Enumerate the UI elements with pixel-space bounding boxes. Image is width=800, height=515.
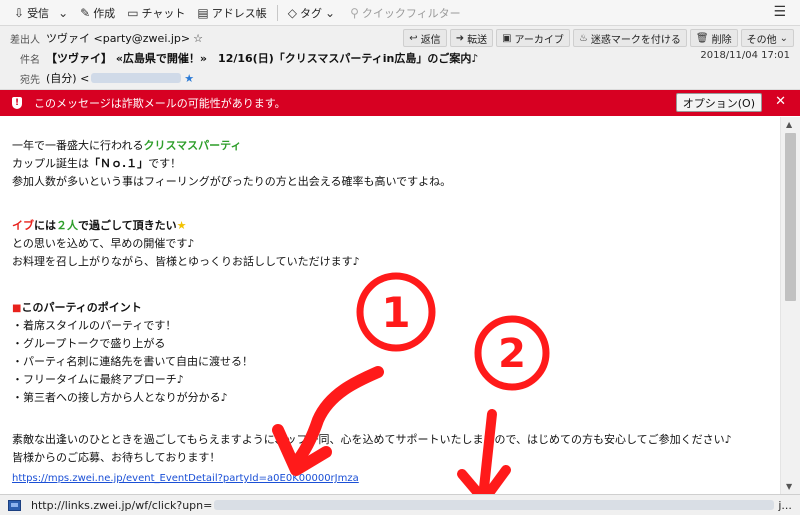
body-text: です！ — [148, 157, 182, 170]
chevron-down-icon: ⌄ — [779, 32, 788, 44]
message-header: 差出人 ツヴァイ <party@zwei.jp> ☆ 件名 【ツヴァイ】 «広島… — [0, 26, 800, 90]
delete-button[interactable]: 🗑 削除 — [689, 29, 738, 47]
body-text: 一年で一番盛大に行われる — [12, 139, 144, 152]
list-item: ・フリータイムに最終アプローチ♪ — [12, 373, 184, 386]
from-label: 差出人 — [10, 34, 40, 46]
status-bar: http://links.zwei.jp/wf/click?upn= j... — [0, 494, 800, 515]
hamburger-menu-icon[interactable]: ☰ — [773, 4, 786, 20]
subject-label: 件名 — [20, 54, 40, 66]
scroll-thumb[interactable] — [785, 133, 796, 301]
scam-warning-bar: ! このメッセージは詐欺メールの可能性があります。 オプション(O) ✕ — [0, 90, 800, 116]
quickfilter-button[interactable]: ⚲ クイックフィルター — [344, 2, 467, 24]
body-highlight: ２人 — [56, 219, 78, 232]
chat-button[interactable]: ▭ チャット — [121, 2, 191, 24]
body-highlight: イブ — [12, 219, 34, 232]
status-url-end: j... — [778, 498, 792, 512]
shield-icon: ! — [12, 97, 22, 109]
body-text: で過ごして頂きたい — [78, 219, 177, 232]
list-item: ・着席スタイルのパーティです！ — [12, 319, 177, 332]
list-item: ・グループトークで盛り上がる — [12, 337, 166, 350]
compose-label: 作成 — [93, 6, 116, 20]
from-value[interactable]: ツヴァイ <party@zwei.jp> — [46, 30, 190, 46]
junk-button[interactable]: ♨ 迷惑マークを付ける — [572, 29, 687, 47]
addressbook-label: アドレス帳 — [211, 6, 267, 20]
receive-button[interactable]: ⇩ 受信 — [8, 2, 55, 24]
chevron-down-icon: ⌄ — [58, 5, 69, 20]
star-icon[interactable]: ☆ — [193, 32, 203, 45]
addressbook-button[interactable]: ▤ アドレス帳 — [191, 2, 272, 24]
redacted-url — [214, 500, 775, 510]
more-label: その他 — [746, 34, 777, 46]
forward-label: 転送 — [467, 34, 488, 46]
scroll-up-icon[interactable]: ▲ — [786, 120, 792, 129]
body-text: カップル誕生は — [12, 157, 89, 170]
options-button[interactable]: オプション(O) — [675, 93, 762, 112]
body-scrollbar[interactable]: ▲ ▼ — [780, 117, 800, 494]
toolbar-divider — [276, 4, 278, 21]
receive-dropdown[interactable]: ⌄ — [55, 2, 74, 24]
archive-icon: ▣ — [502, 32, 512, 44]
tag-icon: ◇ — [287, 5, 297, 20]
to-row: 宛先 (自分) < ★ — [0, 68, 194, 88]
chat-bubble-icon: ▭ — [127, 5, 139, 20]
close-icon[interactable]: ✕ — [775, 94, 786, 109]
scam-warning-text: このメッセージは詐欺メールの可能性があります。 — [34, 97, 286, 110]
to-label: 宛先 — [20, 74, 40, 86]
chat-label: チャット — [141, 6, 186, 20]
message-body: 一年で一番盛大に行われるクリスマスパーティ カップル誕生は「Ｎｏ.１」です！ 参… — [0, 117, 780, 494]
redacted-address — [91, 73, 182, 83]
download-icon: ⇩ — [14, 5, 25, 20]
main-toolbar: ⇩ 受信 ⌄ ✎ 作成 ▭ チャット ▤ アドレス帳 ◇ タグ ⌄ ⚲ クイックフィルター ☰ — [0, 0, 800, 26]
subject-value: 【ツヴァイ】 «広島県で開催！» 12/16(日)「クリスマスパーティin広島」… — [46, 52, 479, 65]
trash-icon: 🗑 — [695, 32, 709, 44]
tag-label: タグ — [300, 6, 322, 20]
star-icon[interactable]: ★ — [184, 72, 194, 85]
body-highlight: クリスマスパーティ — [143, 139, 242, 152]
quickfilter-label: クイックフィルター — [361, 6, 461, 20]
message-date: 2018/11/04 17:01 — [700, 50, 790, 61]
to-value[interactable]: (自分) < — [46, 70, 89, 86]
points-title-text: このパーティのポイント — [21, 301, 142, 314]
chevron-down-icon: ⌄ — [325, 5, 336, 20]
event-link[interactable]: https://mps.zwei.ne.jp/event_EventDetail… — [12, 473, 359, 484]
more-button[interactable]: その他 ⌄ — [740, 29, 794, 47]
addressbook-icon: ▤ — [197, 5, 209, 20]
list-item: ・パーティ名刺に連絡先を書いて自由に渡せる！ — [12, 355, 254, 368]
compose-button[interactable]: ✎ 作成 — [74, 2, 121, 24]
reply-icon: ↩ — [409, 32, 418, 44]
message-actions: ↩ 返信 ➜ 転送 ▣ アーカイブ ♨ 迷惑マークを付ける 🗑 削除 その他 ⌄ — [403, 29, 794, 47]
delete-label: 削除 — [711, 34, 732, 46]
scroll-down-icon[interactable]: ▼ — [786, 482, 792, 491]
body-line: イブには２人で過ごして頂きたい★ — [12, 219, 187, 233]
points-title: ■このパーティのポイント — [12, 301, 142, 316]
network-icon — [8, 499, 21, 511]
body-line: カップル誕生は「Ｎｏ.１」です！ — [12, 157, 181, 171]
forward-button[interactable]: ➜ 転送 — [449, 29, 494, 47]
body-line: 参加人数が多いという事はフィーリングがぴったりの方と出会える確率も高いですよね。 — [12, 175, 452, 188]
subject-row: 件名 【ツヴァイ】 «広島県で開催！» 12/16(日)「クリスマスパーティin… — [0, 48, 478, 68]
body-text: には — [34, 219, 56, 232]
body-highlight: 「Ｎｏ.１」 — [89, 157, 149, 170]
body-line: https://mps.zwei.ne.jp/event_EventDetail… — [12, 471, 359, 486]
star-icon: ★ — [176, 219, 187, 232]
body-line: 素敵な出逢いのひとときを過ごしてもらえますように、ッフ一同、心を込めてサポートい… — [12, 433, 732, 446]
body-line: お料理を召し上がりながら、皆様とゆっくりお話ししていただけます♪ — [12, 255, 360, 268]
tag-button[interactable]: ◇ タグ ⌄ — [282, 2, 344, 24]
body-line: との思いを込めて、早めの開催です♪ — [12, 237, 195, 250]
archive-button[interactable]: ▣ アーカイブ — [496, 29, 570, 47]
reply-button[interactable]: ↩ 返信 — [403, 29, 447, 47]
body-line: 一年で一番盛大に行われるクリスマスパーティ — [12, 139, 241, 153]
list-item: ・第三者への接し方から人となりが分かる♪ — [12, 391, 228, 404]
from-row: 差出人 ツヴァイ <party@zwei.jp> ☆ — [0, 28, 203, 48]
body-line: 皆様からのご応募、お待ちしております！ — [12, 451, 221, 464]
junk-label: 迷惑マークを付ける — [590, 34, 681, 46]
status-url: http://links.zwei.jp/wf/click?upn= — [31, 498, 213, 512]
forward-icon: ➜ — [455, 32, 465, 44]
reply-label: 返信 — [420, 34, 441, 46]
flame-icon: ♨ — [578, 32, 588, 44]
filter-icon: ⚲ — [350, 5, 359, 20]
receive-label: 受信 — [27, 6, 50, 20]
pencil-icon: ✎ — [80, 5, 91, 20]
archive-label: アーカイブ — [514, 34, 564, 46]
